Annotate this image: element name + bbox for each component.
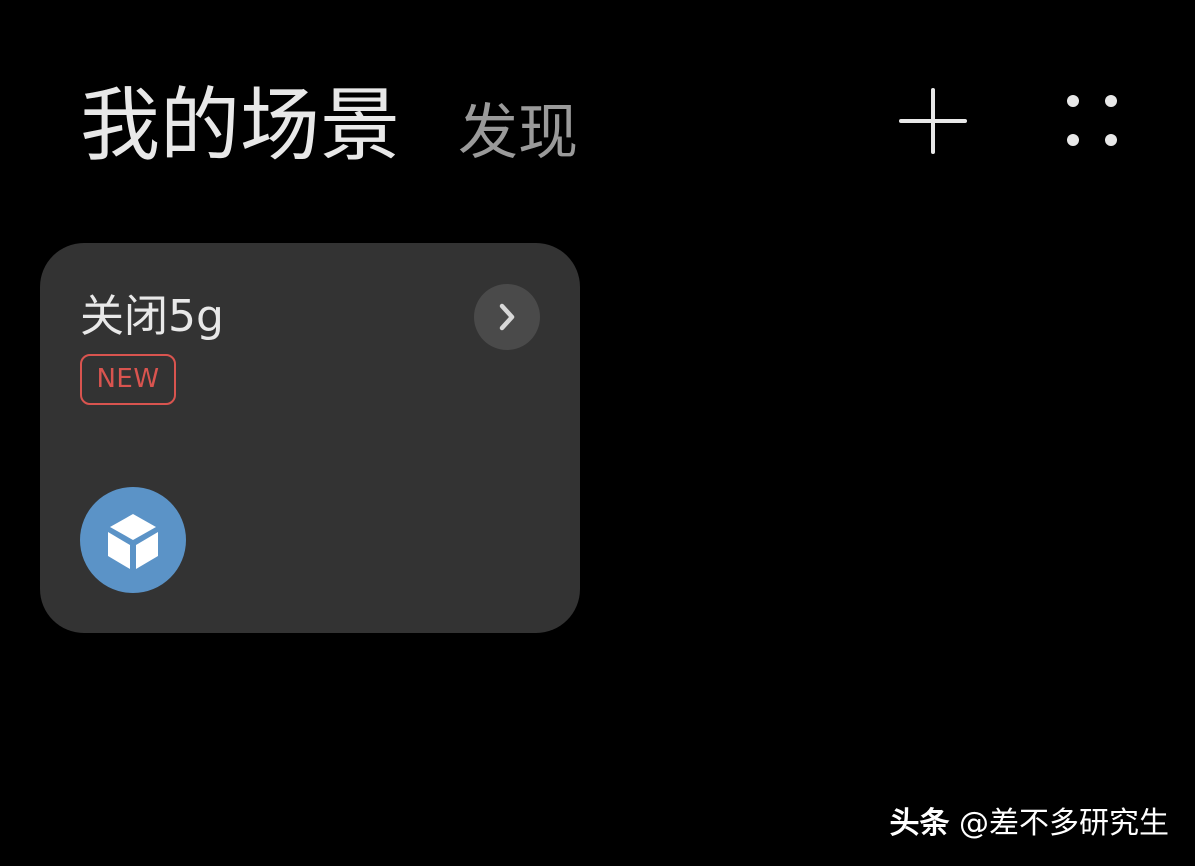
new-badge: NEW (80, 354, 176, 405)
grid-dots-icon (1067, 95, 1117, 146)
watermark-brand: 头条 (889, 806, 950, 841)
chevron-right-icon (499, 303, 515, 331)
cube-icon (108, 514, 158, 569)
scene-tabs: 我的场景 发现 (80, 86, 578, 166)
tab-discover[interactable]: 发现 (458, 103, 578, 163)
scene-type-icon (80, 487, 186, 593)
watermark-handle: @差不多研究生 (959, 806, 1169, 841)
scene-detail-button[interactable] (474, 284, 540, 350)
plus-icon (899, 88, 967, 154)
add-scene-button[interactable] (898, 86, 968, 156)
scene-title: 关闭5g (80, 291, 224, 342)
more-button[interactable] (1060, 90, 1124, 154)
tab-my-scenes[interactable]: 我的场景 (80, 86, 400, 166)
scene-card[interactable]: 关闭5g NEW (40, 243, 580, 633)
watermark: 头条 @差不多研究生 (889, 798, 1169, 842)
